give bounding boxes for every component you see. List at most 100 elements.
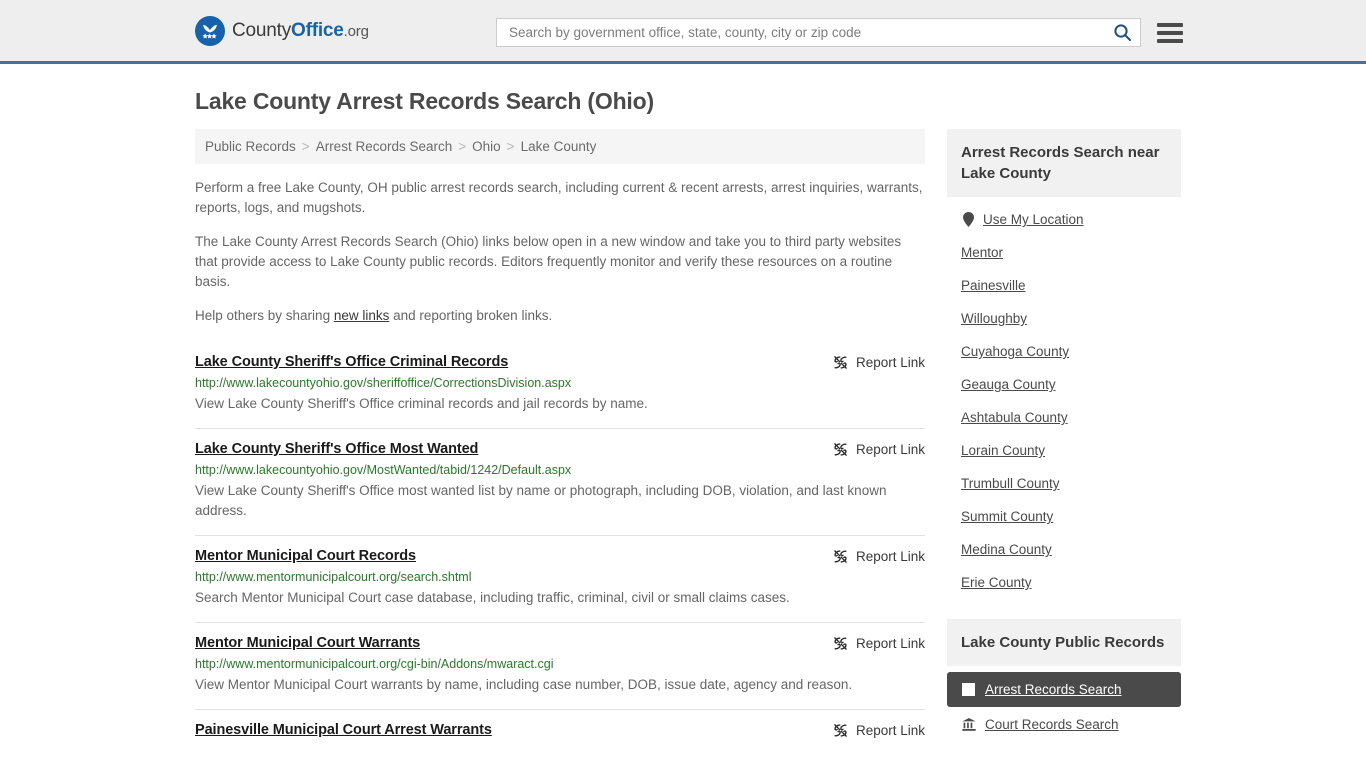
sidebar-near-link[interactable]: Erie County bbox=[947, 566, 1181, 599]
sidebar-near-link-label: Ashtabula County bbox=[961, 410, 1068, 425]
sidebar-near-links: Use My Location Mentor Painesville Willoug… bbox=[947, 197, 1181, 599]
report-link-label: Report Link bbox=[855, 636, 925, 651]
result-item: Mentor Municipal Court Warrants Report Li… bbox=[195, 622, 925, 709]
sidebar-near-link-label: Cuyahoga County bbox=[961, 344, 1070, 359]
intro-p3-after: and reporting broken links. bbox=[389, 308, 553, 323]
sidebar: Arrest Records Search near Lake County U… bbox=[947, 129, 1181, 742]
header-search-area bbox=[496, 18, 1183, 47]
result-title-link[interactable]: Lake County Sheriff's Office Most Wanted bbox=[195, 441, 478, 457]
breadcrumb-item-1[interactable]: Arrest Records Search bbox=[316, 139, 453, 154]
intro-paragraph-3: Help others by sharing new links and rep… bbox=[195, 306, 925, 326]
intro-text: Perform a free Lake County, OH public ar… bbox=[195, 178, 925, 326]
sidebar-near-link-label: Medina County bbox=[961, 542, 1052, 557]
report-link-label: Report Link bbox=[855, 723, 925, 738]
sidebar-near-link[interactable]: Medina County bbox=[947, 533, 1181, 566]
breadcrumb-separator: > bbox=[301, 139, 310, 154]
sidebar-near-link-label: Willoughby bbox=[961, 311, 1028, 326]
report-link-label: Report Link bbox=[855, 355, 925, 370]
broken-chain-icon bbox=[833, 355, 848, 370]
page-body: Lake County Arrest Records Search (Ohio)… bbox=[0, 88, 1366, 752]
new-links-link[interactable]: new links bbox=[334, 308, 390, 323]
breadcrumb-separator: > bbox=[458, 139, 467, 154]
result-item: Lake County Sheriff's Office Criminal Re… bbox=[195, 346, 925, 428]
sidebar-public-records-item-label: Arrest Records Search bbox=[985, 682, 1122, 697]
breadcrumb-separator: > bbox=[506, 139, 515, 154]
page-title: Lake County Arrest Records Search (Ohio) bbox=[195, 88, 654, 114]
breadcrumb-item-2[interactable]: Ohio bbox=[472, 139, 501, 154]
sidebar-near-link[interactable]: Lorain County bbox=[947, 434, 1181, 467]
sidebar-near-link[interactable]: Geauga County bbox=[947, 368, 1181, 401]
site-header: CountyOffice.org bbox=[0, 0, 1366, 64]
sidebar-near-link-label: Summit County bbox=[961, 509, 1054, 524]
result-header: Lake County Sheriff's Office Criminal Re… bbox=[195, 354, 925, 370]
result-url: http://www.mentormunicipalcourt.org/cgi-… bbox=[195, 657, 554, 671]
broken-chain-icon bbox=[833, 723, 848, 738]
result-description: Search Mentor Municipal Court case datab… bbox=[195, 590, 790, 605]
logo-wordmark: CountyOffice.org bbox=[232, 20, 369, 42]
result-item: Mentor Municipal Court Records Report Lin… bbox=[195, 535, 925, 622]
result-title-link[interactable]: Mentor Municipal Court Records bbox=[195, 548, 416, 564]
sidebar-near-link-label: Erie County bbox=[961, 575, 1032, 590]
map-pin-icon bbox=[961, 212, 976, 227]
breadcrumb-item-0[interactable]: Public Records bbox=[205, 139, 296, 154]
sidebar-near-link[interactable]: Mentor bbox=[947, 236, 1181, 269]
county-office-logo-icon bbox=[195, 15, 225, 46]
broken-chain-icon bbox=[834, 637, 847, 650]
result-description: View Lake County Sheriff's Office crimin… bbox=[195, 396, 648, 411]
result-item: Painesville Municipal Court Arrest Warra… bbox=[195, 709, 925, 752]
sidebar-near-link-label: Mentor bbox=[961, 245, 1004, 260]
result-header: Painesville Municipal Court Arrest Warra… bbox=[195, 722, 925, 738]
broken-chain-icon bbox=[834, 443, 847, 456]
report-link-button[interactable]: Report Link bbox=[833, 441, 925, 457]
result-description: View Lake County Sheriff's Office most w… bbox=[195, 483, 887, 518]
square-icon bbox=[961, 683, 976, 696]
sidebar-near-link-label: Painesville bbox=[961, 278, 1026, 293]
sidebar-item-use-my-location[interactable]: Use My Location bbox=[947, 203, 1181, 236]
sidebar-public-records-list: Arrest Records Search Court Records Searc… bbox=[947, 672, 1181, 742]
sidebar-near-link[interactable]: Trumbull County bbox=[947, 467, 1181, 500]
sidebar-public-records-item[interactable]: Court Records Search bbox=[947, 707, 1181, 742]
sidebar-public-records-item[interactable]: Arrest Records Search bbox=[947, 672, 1181, 707]
sidebar-public-records-heading: Lake County Public Records bbox=[947, 619, 1181, 666]
sidebar-near-link-label: Lorain County bbox=[961, 443, 1046, 458]
sidebar-near-link[interactable]: Cuyahoga County bbox=[947, 335, 1181, 368]
logo-text-org: .org bbox=[343, 22, 369, 40]
sidebar-near-link[interactable]: Summit County bbox=[947, 500, 1181, 533]
results-list: Lake County Sheriff's Office Criminal Re… bbox=[195, 346, 925, 752]
breadcrumb-item-3[interactable]: Lake County bbox=[521, 139, 597, 154]
intro-p3-before: Help others by sharing bbox=[195, 308, 334, 323]
broken-chain-icon bbox=[834, 724, 847, 737]
result-title-link[interactable]: Painesville Municipal Court Arrest Warra… bbox=[195, 722, 492, 738]
content-columns: Public Records > Arrest Records Search > Ohi… bbox=[195, 129, 1181, 752]
sidebar-near-link-label: Trumbull County bbox=[961, 476, 1060, 491]
breadcrumb: Public Records > Arrest Records Search > Ohi… bbox=[195, 129, 925, 164]
sidebar-near-link[interactable]: Ashtabula County bbox=[947, 401, 1181, 434]
report-link-label: Report Link bbox=[855, 442, 925, 457]
broken-chain-icon bbox=[833, 442, 848, 457]
result-url: http://www.lakecountyohio.gov/MostWanted… bbox=[195, 463, 572, 477]
report-link-button[interactable]: Report Link bbox=[833, 354, 925, 370]
report-link-button[interactable]: Report Link bbox=[833, 722, 925, 738]
broken-chain-icon bbox=[834, 550, 847, 563]
search-box[interactable] bbox=[496, 18, 1141, 47]
logo-text-county: County bbox=[232, 19, 292, 41]
result-title-link[interactable]: Lake County Sheriff's Office Criminal Re… bbox=[195, 354, 508, 370]
result-header: Lake County Sheriff's Office Most Wanted… bbox=[195, 441, 925, 457]
sidebar-near-link[interactable]: Willoughby bbox=[947, 302, 1181, 335]
broken-chain-icon bbox=[834, 356, 847, 369]
result-header: Mentor Municipal Court Records Report Lin… bbox=[195, 548, 925, 564]
search-button[interactable] bbox=[1111, 23, 1134, 42]
hamburger-menu-icon[interactable] bbox=[1157, 22, 1183, 43]
search-input[interactable] bbox=[507, 24, 1111, 41]
result-item: Lake County Sheriff's Office Most Wanted… bbox=[195, 428, 925, 535]
sidebar-near-heading: Arrest Records Search near Lake County bbox=[947, 129, 1181, 197]
broken-chain-icon bbox=[833, 549, 848, 564]
report-link-button[interactable]: Report Link bbox=[833, 635, 925, 651]
main-column: Public Records > Arrest Records Search > Ohi… bbox=[195, 129, 925, 752]
report-link-button[interactable]: Report Link bbox=[833, 548, 925, 564]
result-header: Mentor Municipal Court Warrants Report Li… bbox=[195, 635, 925, 651]
result-title-link[interactable]: Mentor Municipal Court Warrants bbox=[195, 635, 420, 651]
broken-chain-icon bbox=[833, 636, 848, 651]
sidebar-near-link[interactable]: Painesville bbox=[947, 269, 1181, 302]
site-logo[interactable]: CountyOffice.org bbox=[195, 15, 369, 46]
